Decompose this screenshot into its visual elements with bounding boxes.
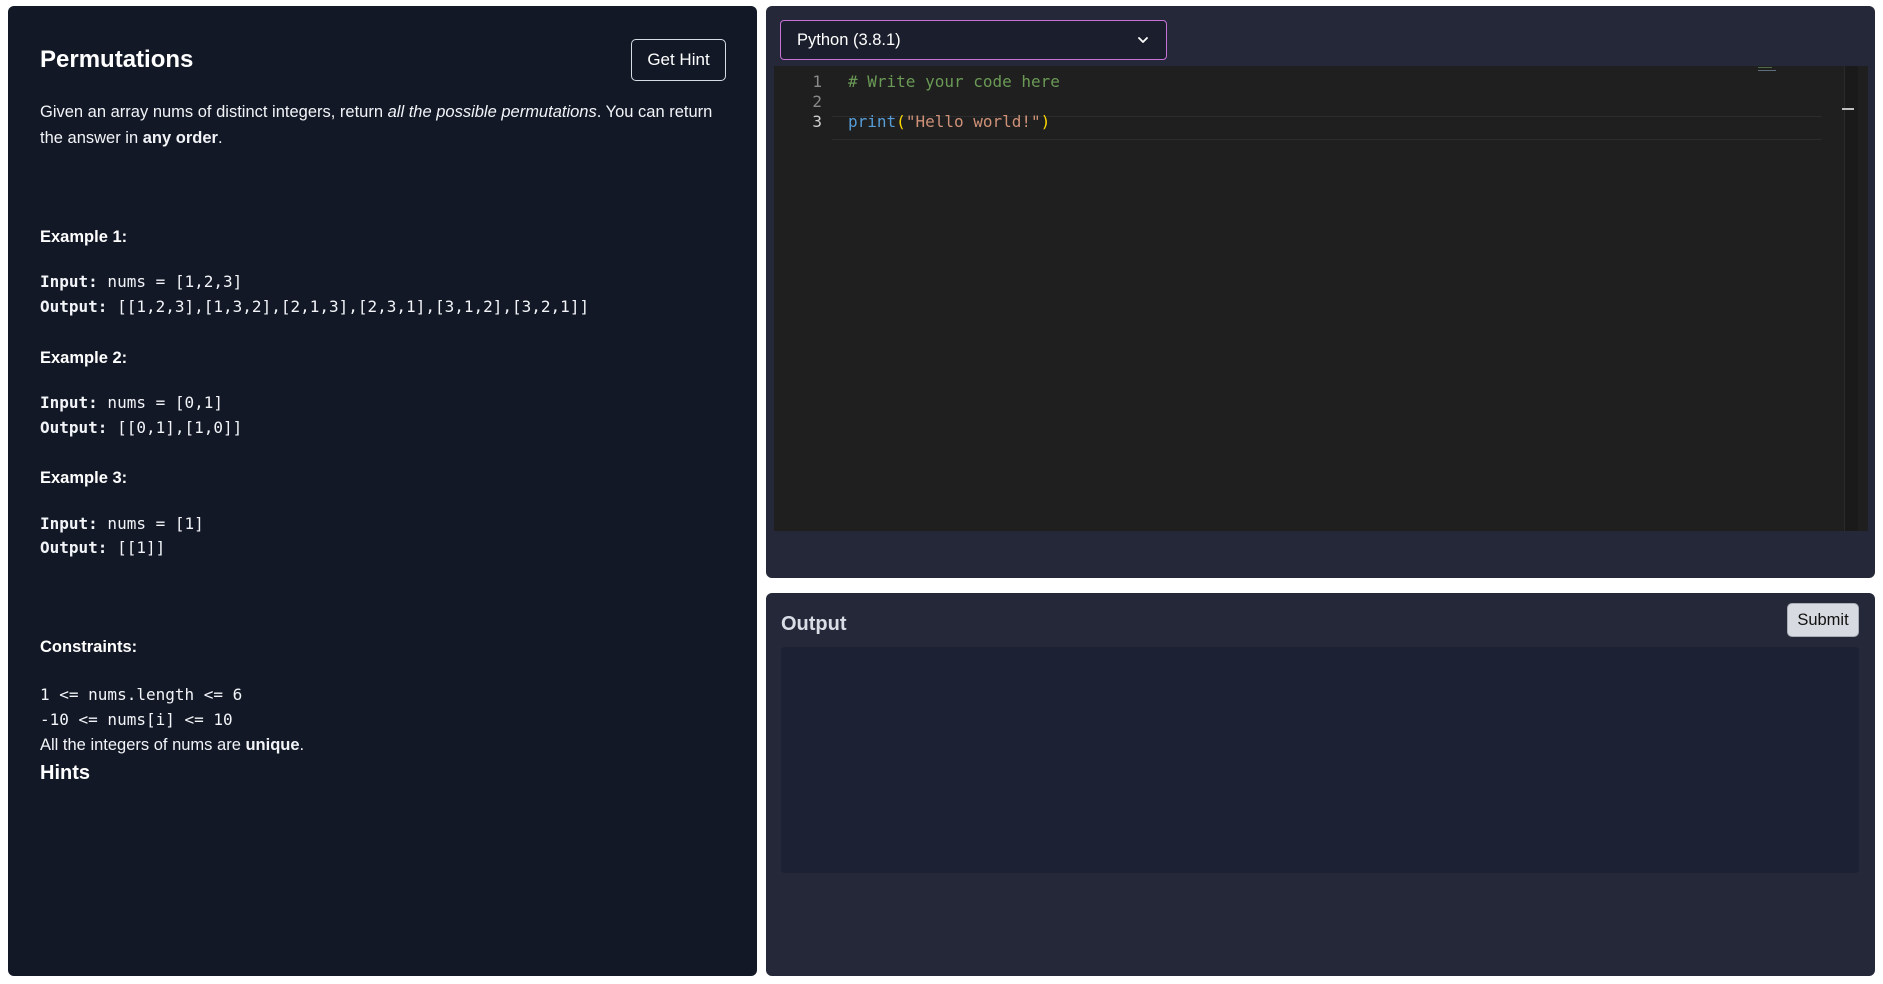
language-select[interactable]: Python (3.8.1) bbox=[780, 20, 1167, 60]
input-label: Input: bbox=[40, 393, 98, 412]
code-paren: ( bbox=[896, 112, 906, 131]
constraint-2: -10 <= nums[i] <= 10 bbox=[40, 710, 233, 729]
output-label: Output: bbox=[40, 538, 108, 557]
desc-text: . bbox=[217, 129, 223, 147]
constraint-1: 1 <= nums.length <= 6 bbox=[40, 685, 243, 704]
code-paren: ) bbox=[1040, 112, 1051, 131]
scroll-position-marker bbox=[1842, 108, 1854, 110]
example-2-heading: Example 2: bbox=[40, 349, 128, 367]
output-panel: Output Submit bbox=[766, 593, 1875, 976]
example-3-heading: Example 3: bbox=[40, 469, 128, 487]
chevron-down-icon bbox=[1136, 33, 1150, 47]
line-number: 3 bbox=[812, 112, 822, 131]
code-string: "Hello world!" bbox=[905, 112, 1041, 131]
input-value: nums = [0,1] bbox=[97, 393, 224, 412]
example-1-heading: Example 1: bbox=[40, 228, 128, 246]
constraint-code: nums bbox=[172, 736, 213, 754]
desc-emphasis: all the possible permutations bbox=[387, 103, 597, 121]
constraint-3: All the integers of nums are unique. bbox=[40, 736, 304, 755]
hints-heading: Hints bbox=[40, 762, 90, 784]
problem-title: Permutations bbox=[40, 46, 194, 73]
constraint-text: are bbox=[212, 736, 246, 754]
output-value: [[1]] bbox=[107, 538, 166, 557]
get-hint-button[interactable]: Get Hint bbox=[631, 39, 726, 81]
editor-panel: Python (3.8.1) 1 2 3 # Write your code h… bbox=[766, 6, 1875, 578]
input-label: Input: bbox=[40, 272, 98, 291]
submit-button[interactable]: Submit bbox=[1787, 603, 1859, 637]
desc-strong: any order bbox=[142, 129, 218, 147]
line-number-gutter: 1 2 3 bbox=[774, 66, 832, 531]
example-3-input: Input: nums = [1] bbox=[40, 514, 204, 533]
line-number: 2 bbox=[812, 92, 822, 111]
code-comment: # Write your code here bbox=[848, 72, 1060, 91]
input-label: Input: bbox=[40, 514, 98, 533]
desc-text: of distinct integers, return bbox=[193, 103, 388, 121]
example-3-output: Output: [[1]] bbox=[40, 538, 165, 557]
code-function: print bbox=[848, 112, 897, 131]
desc-code: nums bbox=[152, 103, 194, 121]
constraint-text: All the integers of bbox=[40, 736, 173, 754]
output-value: [[0,1],[1,0]] bbox=[107, 418, 243, 437]
example-2-input: Input: nums = [0,1] bbox=[40, 393, 223, 412]
desc-text: Given an array bbox=[40, 103, 153, 121]
problem-description: Given an array nums of distinct integers… bbox=[40, 99, 730, 151]
minimap bbox=[1758, 67, 1776, 71]
constraints-heading: Constraints: bbox=[40, 638, 138, 656]
language-select-value: Python (3.8.1) bbox=[797, 30, 901, 49]
output-label: Output: bbox=[40, 418, 108, 437]
example-1-input: Input: nums = [1,2,3] bbox=[40, 272, 242, 291]
code-line-1[interactable]: # Write your code here bbox=[848, 72, 1060, 91]
code-line-3[interactable]: print("Hello world!") bbox=[848, 112, 1050, 131]
output-console bbox=[781, 647, 1859, 873]
input-value: nums = [1] bbox=[97, 514, 204, 533]
vertical-scrollbar[interactable] bbox=[1842, 66, 1858, 531]
code-editor[interactable]: 1 2 3 # Write your code here print("Hell… bbox=[774, 66, 1868, 531]
example-2-output: Output: [[0,1],[1,0]] bbox=[40, 418, 242, 437]
output-value: [[1,2,3],[1,3,2],[2,1,3],[2,3,1],[3,1,2]… bbox=[107, 297, 590, 316]
problem-panel: Permutations Get Hint Given an array num… bbox=[8, 6, 757, 976]
example-1-output: Output: [[1,2,3],[1,3,2],[2,1,3],[2,3,1]… bbox=[40, 297, 589, 316]
output-title: Output bbox=[781, 613, 847, 635]
output-label: Output: bbox=[40, 297, 108, 316]
constraint-strong: unique bbox=[245, 736, 300, 754]
constraint-text: . bbox=[299, 736, 305, 754]
input-value: nums = [1,2,3] bbox=[97, 272, 243, 291]
line-number: 1 bbox=[812, 72, 822, 91]
